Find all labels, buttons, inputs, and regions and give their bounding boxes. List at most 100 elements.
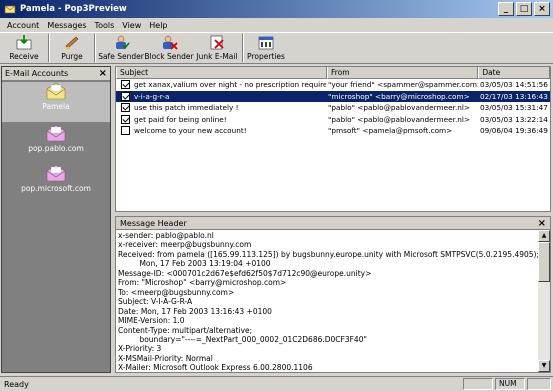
message-header-title: Message Header — [120, 219, 187, 228]
header-line: Mon, 17 Feb 2003 13:19:04 +0100 — [118, 259, 271, 269]
properties-label: Properties — [247, 52, 285, 61]
menu-messages[interactable]: Messages — [43, 21, 90, 30]
header-line: From: "Microshop" <barry@microshop.com> — [118, 278, 287, 288]
message-subject: v-i-a-g-r-a — [134, 91, 170, 101]
safe-sender-button[interactable]: Safe Sender — [98, 33, 144, 63]
header-line: X-MSMail-Priority: Normal — [118, 353, 213, 363]
message-from: "pmsoft" <pamela@pmsoft.com> — [328, 126, 453, 136]
close-button[interactable]: × — [534, 2, 550, 16]
menu-bar: Account Messages Tools View Help — [0, 18, 553, 32]
status-text: Ready — [4, 379, 29, 389]
scroll-down-arrow-icon[interactable]: ▼ — [538, 360, 550, 372]
message-from: "microshop" <barry@microshop.com> — [328, 91, 470, 101]
message-list: Subject From Date get xanax,valium over … — [115, 66, 551, 212]
column-header-row: Subject From Date — [116, 67, 550, 79]
menu-view[interactable]: View — [118, 21, 145, 30]
status-pane-empty — [527, 378, 551, 390]
message-subject: get xanax,valium over night - no prescri… — [134, 80, 326, 90]
header-line: Content-Type: multipart/alternative; — [118, 325, 253, 335]
header-line: Received: from pamela ([165.99.113.125])… — [118, 249, 539, 259]
message-subject: welcome to your new account! — [134, 126, 247, 136]
status-pane-empty — [463, 378, 493, 390]
message-subject: get paid for being online! — [134, 114, 227, 124]
properties-icon — [257, 34, 275, 51]
toolbar: Receive Purge Safe Sender Block Sender J… — [0, 32, 553, 64]
accounts-panel-header: E-Mail Accounts × — [2, 67, 110, 80]
maximize-button[interactable]: □ — [516, 2, 532, 16]
envelope-icon — [45, 124, 67, 142]
junk-email-label: Junk E-Mail — [196, 52, 238, 61]
message-checkbox[interactable] — [121, 80, 130, 90]
column-header-date[interactable]: Date — [478, 67, 550, 79]
account-item-pop-microsoft[interactable]: pop.microsoft.com — [2, 164, 110, 202]
header-line: MIME-Version: 1.0 — [118, 316, 185, 326]
receive-icon — [15, 34, 33, 51]
message-from: "pablo" <pablo@pablovandermeer.nl> — [328, 114, 471, 124]
accounts-panel-close-icon[interactable]: × — [99, 68, 107, 79]
message-header-panel: Message Header × x-sender: pablo@pablo.n… — [115, 216, 551, 373]
app-icon — [4, 3, 16, 15]
envelope-icon — [45, 82, 67, 100]
scroll-up-arrow-icon[interactable]: ▲ — [538, 230, 550, 242]
column-header-from[interactable]: From — [327, 67, 479, 79]
header-line: X-Priority: 3 — [118, 344, 162, 354]
header-line: Message-ID: <000701c2d67e$efd62f50$7d712… — [118, 268, 372, 278]
message-date: 02/17/03 13:16:43 — [480, 91, 548, 101]
scroll-thumb[interactable] — [538, 242, 550, 282]
account-item-pamela[interactable]: Pamela — [2, 82, 110, 122]
header-line: Date: Mon, 17 Feb 2003 13:16:43 +0100 — [118, 306, 272, 316]
toolbar-separator — [94, 34, 96, 62]
message-row[interactable]: welcome to your new account! "pmsoft" <p… — [116, 125, 550, 137]
message-checkbox[interactable] — [121, 114, 130, 124]
menu-tools[interactable]: Tools — [91, 21, 119, 30]
message-checkbox[interactable] — [121, 91, 130, 101]
message-date: 03/05/03 14:51:56 — [480, 80, 548, 90]
minimize-button[interactable]: _ — [498, 2, 514, 16]
account-name: pop.microsoft.com — [21, 184, 91, 193]
block-sender-button[interactable]: Block Sender — [144, 33, 194, 63]
toolbar-separator — [242, 34, 244, 62]
header-line: boundary="----=_NextPart_000_0002_01C2D6… — [118, 334, 367, 344]
accounts-panel: E-Mail Accounts × Pamela pop.pablo.com p… — [1, 66, 111, 373]
block-sender-label: Block Sender — [144, 52, 194, 61]
status-bar: Ready NUM — [0, 376, 553, 391]
purge-label: Purge — [61, 52, 83, 61]
junk-email-button[interactable]: Junk E-Mail — [194, 33, 240, 63]
message-header-text[interactable]: x-sender: pablo@pablo.nl x-receiver: meer… — [116, 230, 539, 372]
accounts-panel-title: E-Mail Accounts — [5, 69, 69, 78]
purge-icon — [63, 34, 81, 51]
menu-account[interactable]: Account — [3, 21, 43, 30]
message-date: 03/05/03 15:31:47 — [480, 103, 548, 113]
properties-button[interactable]: Properties — [246, 33, 286, 63]
message-subject: use this patch immediately ! — [134, 103, 239, 113]
header-panel-close-icon[interactable]: × — [538, 217, 546, 230]
window-title: Pamela - Pop3Preview — [20, 4, 127, 14]
block-sender-icon — [160, 34, 178, 51]
column-header-subject[interactable]: Subject — [116, 67, 328, 79]
message-header-caption: Message Header × — [116, 217, 550, 230]
message-date: 09/06/04 19:36:49 — [480, 126, 548, 136]
menu-help[interactable]: Help — [145, 21, 171, 30]
account-item-pop-pablo[interactable]: pop.pablo.com — [2, 124, 110, 162]
account-name: Pamela — [42, 102, 70, 111]
message-from: "your friend" <spammer@spammer.com> — [328, 80, 478, 90]
junk-email-icon — [208, 34, 226, 51]
receive-button[interactable]: Receive — [2, 33, 46, 63]
receive-label: Receive — [9, 52, 39, 61]
safe-sender-label: Safe Sender — [98, 52, 144, 61]
purge-button[interactable]: Purge — [52, 33, 92, 63]
message-row[interactable]: get xanax,valium over night - no prescri… — [116, 79, 550, 91]
message-checkbox[interactable] — [121, 103, 130, 113]
message-from: "pablo" <pablo@pablovandermeer.nl> — [328, 103, 471, 113]
message-row[interactable]: use this patch immediately ! "pablo" <pa… — [116, 102, 550, 114]
safe-sender-icon — [112, 34, 130, 51]
message-row-selected[interactable]: v-i-a-g-r-a "microshop" <barry@microshop… — [116, 90, 550, 102]
header-scrollbar[interactable]: ▲ ▼ — [538, 230, 550, 372]
status-num-indicator: NUM — [495, 378, 525, 390]
toolbar-separator — [48, 34, 50, 62]
header-line: X-Mailer: Microsoft Outlook Express 6.00… — [118, 363, 313, 372]
message-date: 03/05/03 13:22:14 — [480, 114, 548, 124]
message-row[interactable]: get paid for being online! "pablo" <pabl… — [116, 114, 550, 126]
message-checkbox[interactable] — [121, 126, 130, 136]
header-line: To: <meerp@bugsbunny.com> — [118, 287, 235, 297]
